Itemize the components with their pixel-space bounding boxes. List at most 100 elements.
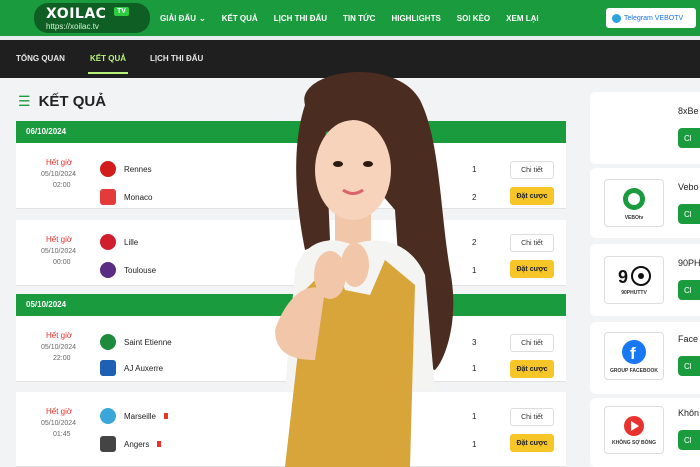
sidebar-button[interactable]: Cl: [678, 356, 700, 376]
sidebar-card-label: 8xBe: [678, 106, 699, 116]
sidebar-card: 9 90PHUTTV 90PH Cl: [590, 244, 700, 316]
detail-button[interactable]: Chi tiết: [510, 161, 554, 179]
away-team[interactable]: Toulouse: [100, 262, 156, 278]
site-logo[interactable]: XOILAC TV https://xoilac.tv: [34, 3, 150, 33]
facebook-icon: f: [622, 339, 646, 364]
nav-soi-keo[interactable]: SOI KÈO: [457, 14, 490, 23]
detail-button[interactable]: Chi tiết: [510, 334, 554, 352]
90phut-logo[interactable]: 9 90PHUTTV: [604, 256, 664, 304]
top-navbar: XOILAC TV https://xoilac.tv GIẢI ĐẤU ⌄ K…: [0, 0, 700, 36]
sidebar-button[interactable]: Cl: [678, 280, 700, 300]
home-team[interactable]: Lille: [100, 234, 138, 250]
home-team[interactable]: Saint Etienne: [100, 334, 172, 350]
away-score: 1: [472, 440, 477, 449]
sidebar-card: f GROUP FACEBOOK Face Cl: [590, 322, 700, 394]
telegram-button[interactable]: Telegram VEBOTV: [606, 8, 696, 28]
saint-etienne-crest-icon: [100, 334, 116, 350]
facebook-logo-caption: GROUP FACEBOOK: [610, 367, 658, 374]
sidebar-card: VEBOtv Vebo Cl: [590, 168, 700, 238]
sidebar-button[interactable]: Cl: [678, 128, 700, 148]
match-time: 00:00: [53, 259, 71, 266]
sidebar-card: KHÔNG SỢ BÓNG Khôn Cl: [590, 398, 700, 467]
match-status: Hết giờ: [46, 407, 73, 416]
page-heading: ☰ KẾT QUẢ: [18, 93, 106, 110]
youtube-logo-caption: KHÔNG SỢ BÓNG: [612, 439, 656, 446]
match-date: 05/10/2024: [41, 344, 77, 351]
home-team[interactable]: Marseille: [100, 408, 169, 424]
page-title: KẾT QUẢ: [38, 93, 107, 110]
home-score: 2: [472, 238, 477, 247]
svg-text:f: f: [630, 344, 636, 363]
monaco-crest-icon: [100, 189, 116, 205]
team-name: Lille: [124, 237, 139, 247]
away-team[interactable]: Angers: [100, 436, 162, 452]
bet-button[interactable]: Đặt cược: [510, 260, 554, 278]
logo-name: XOILAC: [46, 6, 107, 22]
marseille-crest-icon: [100, 408, 116, 424]
main-nav: GIẢI ĐẤU ⌄ KẾT QUẢ LỊCH THI ĐẤU TIN TỨC …: [160, 0, 555, 36]
youtube-logo[interactable]: KHÔNG SỢ BÓNG: [604, 406, 664, 454]
away-score: 2: [472, 193, 477, 202]
logo-badge: TV: [114, 7, 129, 16]
away-score: 1: [472, 266, 477, 275]
telegram-icon: [612, 13, 621, 23]
match-date: 05/10/2024: [41, 248, 77, 255]
tab-ket-qua[interactable]: KẾT QUẢ: [90, 54, 126, 63]
nav-giai-dau[interactable]: GIẢI ĐẤU ⌄: [160, 14, 206, 23]
nav-tin-tuc[interactable]: TIN TỨC: [343, 14, 375, 23]
angers-crest-icon: [100, 436, 116, 452]
team-name: Marseille: [124, 411, 157, 421]
logo-url: https://xoilac.tv: [46, 22, 99, 31]
red-card-icon: [157, 441, 162, 447]
sidebar-button[interactable]: Cl: [678, 204, 700, 224]
sidebar-card-label: Face: [678, 334, 699, 344]
rennes-crest-icon: [100, 161, 116, 177]
facebook-group-logo[interactable]: f GROUP FACEBOOK: [604, 332, 664, 380]
sidebar-card-label: Vebo: [678, 182, 699, 192]
tab-tong-quan[interactable]: TỔNG QUAN: [16, 54, 65, 63]
vebotv-logo[interactable]: VEBOtv: [604, 179, 664, 227]
sidebar-card-label: Khôn: [678, 408, 700, 418]
home-score: 3: [472, 338, 477, 347]
sidebar-button[interactable]: Cl: [678, 430, 700, 450]
team-name: Toulouse: [124, 265, 157, 275]
nav-label: GIẢI ĐẤU: [160, 13, 196, 23]
promo-model-image: [275, 72, 454, 467]
vebotv-logo-caption: VEBOtv: [624, 214, 644, 221]
nav-ket-qua[interactable]: KẾT QUẢ: [222, 14, 258, 23]
detail-button[interactable]: Chi tiết: [510, 234, 554, 252]
nav-xem-lai[interactable]: XEM LẠI: [506, 14, 538, 23]
nav-highlights[interactable]: HIGHLIGHTS: [391, 14, 440, 23]
team-name: Monaco: [124, 192, 153, 202]
bet-button[interactable]: Đặt cược: [510, 434, 554, 452]
match-time: 22:00: [53, 355, 71, 362]
tab-lich-thi-dau[interactable]: LỊCH THI ĐẤU: [150, 54, 203, 63]
team-name: AJ Auxerre: [124, 363, 164, 373]
match-status: Hết giờ: [46, 158, 73, 167]
detail-button[interactable]: Chi tiết: [510, 408, 554, 426]
bet-button[interactable]: Đặt cược: [510, 187, 554, 205]
active-tab-indicator: [88, 72, 128, 74]
red-card-icon: [164, 413, 169, 419]
away-team[interactable]: AJ Auxerre: [100, 360, 163, 376]
home-team[interactable]: Rennes: [100, 161, 152, 177]
match-time: 02:00: [53, 182, 71, 189]
sidebar-card-label: 90PH: [678, 258, 700, 268]
90phut-logo-icon: 9: [618, 265, 651, 287]
chevron-down-icon: ⌄: [199, 13, 206, 23]
match-time: 01:45: [53, 431, 71, 438]
team-name: Saint Etienne: [124, 337, 172, 347]
match-date: 05/10/2024: [41, 420, 77, 427]
home-score: 1: [472, 165, 477, 174]
auxerre-crest-icon: [100, 360, 116, 376]
nav-lich-thi-dau[interactable]: LỊCH THI ĐẤU: [274, 14, 327, 23]
bet-button[interactable]: Đặt cược: [510, 360, 554, 378]
lille-crest-icon: [100, 234, 116, 250]
sidebar-card: 8xBe Cl: [590, 92, 700, 164]
toulouse-crest-icon: [100, 262, 116, 278]
list-icon: ☰: [18, 93, 31, 109]
away-team[interactable]: Monaco: [100, 189, 152, 205]
90phut-logo-caption: 90PHUTTV: [621, 289, 647, 296]
match-date: 05/10/2024: [41, 171, 77, 178]
home-score: 1: [472, 412, 477, 421]
